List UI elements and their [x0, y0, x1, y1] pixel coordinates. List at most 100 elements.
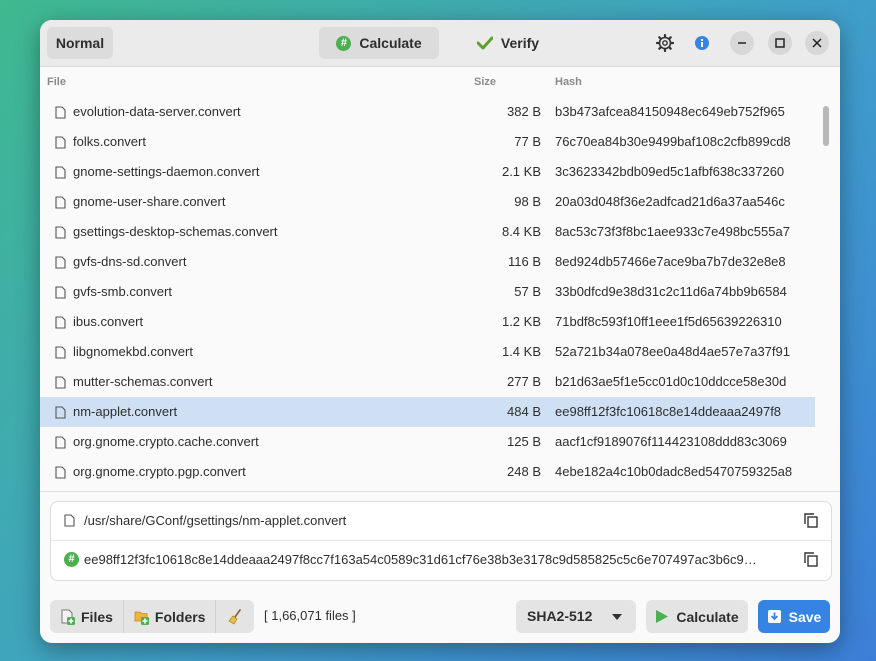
- maximize-button[interactable]: [768, 31, 792, 55]
- file-name: mutter-schemas.convert: [73, 374, 213, 389]
- files-label: Files: [81, 608, 113, 625]
- file-name: nm-applet.convert: [73, 404, 178, 419]
- table-row[interactable]: org.gnome.crypto.pgp.convert 248 B 4ebe182…: [40, 457, 815, 487]
- file-size: 484 B: [507, 404, 541, 419]
- close-icon: [812, 38, 822, 48]
- copy-icon[interactable]: [804, 552, 818, 567]
- file-name: gvfs-dns-sd.convert: [73, 254, 187, 269]
- path-row: /usr/share/GConf/gsettings/nm-applet.con…: [51, 502, 831, 541]
- file-hash: 71bdf8c593f10ff1eee1f5d65639226310: [555, 314, 782, 329]
- file-icon: [55, 436, 66, 449]
- file-icon: [55, 136, 66, 149]
- hash-row: # ee98ff12f3fc10618c8e14ddeaaa2497f8cc7f…: [51, 541, 831, 579]
- divider: [40, 491, 840, 492]
- copy-icon[interactable]: [804, 513, 818, 528]
- table-row[interactable]: gnome-settings-daemon.convert 2.1 KB 3c362…: [40, 157, 815, 187]
- table-row[interactable]: libgnomekbd.convert 1.4 KB 52a721b34a078ee…: [40, 337, 815, 367]
- maximize-icon: [775, 38, 785, 48]
- info-icon[interactable]: [692, 33, 712, 53]
- mode-button[interactable]: Normal: [47, 27, 113, 59]
- tab-verify[interactable]: Verify: [455, 27, 561, 59]
- hash-icon: #: [336, 35, 352, 51]
- file-icon: [55, 466, 66, 479]
- file-icon: [55, 166, 66, 179]
- add-files-button[interactable]: Files: [50, 600, 124, 633]
- file-size: 116 B: [507, 254, 541, 269]
- file-hash: 8ed924db57466e7ace9ba7b7de32e8e8: [555, 254, 786, 269]
- minimize-icon: [738, 42, 746, 44]
- table-row[interactable]: gvfs-smb.convert 57 B 33b0dfcd9e38d31c2c11…: [40, 277, 815, 307]
- file-hash: b21d63ae5f1e5cc01d0c10ddcce58e30d: [555, 374, 787, 389]
- close-button[interactable]: [805, 31, 829, 55]
- file-name: gsettings-desktop-schemas.convert: [73, 224, 278, 239]
- algorithm-value: SHA2-512: [527, 608, 593, 624]
- selected-file-path: /usr/share/GConf/gsettings/nm-applet.con…: [84, 513, 347, 528]
- file-icon: [55, 376, 66, 389]
- file-name: ibus.convert: [73, 314, 144, 329]
- file-size: 8.4 KB: [501, 224, 541, 239]
- table-row[interactable]: evolution-data-server.convert 382 B b3b473…: [40, 97, 815, 127]
- file-size: 277 B: [507, 374, 541, 389]
- column-size[interactable]: Size: [474, 76, 496, 88]
- save-icon: [767, 610, 781, 623]
- file-size: 77 B: [514, 134, 541, 149]
- file-count: [ 1,66,071 files ]: [264, 608, 356, 623]
- scrollbar-thumb[interactable]: [823, 106, 829, 146]
- save-button[interactable]: Save: [758, 600, 830, 633]
- play-icon: [656, 610, 669, 623]
- file-icon: [55, 316, 66, 329]
- calculate-label: Calculate: [676, 608, 739, 625]
- file-size: 2.1 KB: [501, 164, 541, 179]
- file-name: gnome-user-share.convert: [73, 194, 226, 209]
- table-row[interactable]: gsettings-desktop-schemas.convert 8.4 KB 8…: [40, 217, 815, 247]
- table-row[interactable]: gnome-user-share.convert 98 B 20a03d048f36…: [40, 187, 815, 217]
- tab-calculate[interactable]: # Calculate: [319, 27, 439, 59]
- file-hash: 33b0dfcd9e38d31c2c11d6a74bb9b6584: [555, 284, 787, 299]
- algorithm-dropdown[interactable]: SHA2-512: [516, 600, 636, 633]
- column-hash[interactable]: Hash: [555, 76, 582, 88]
- file-name: org.gnome.crypto.pgp.convert: [73, 464, 246, 479]
- clear-button[interactable]: [216, 600, 254, 633]
- file-icon: [55, 286, 66, 299]
- file-size: 57 B: [514, 284, 541, 299]
- add-folders-button[interactable]: Folders: [124, 600, 217, 633]
- file-name: gnome-settings-daemon.convert: [73, 164, 260, 179]
- file-hash: 4ebe182a4c10b0dadc8ed5470759325a8: [555, 464, 793, 479]
- tab-calculate-label: Calculate: [359, 35, 422, 51]
- calculate-button[interactable]: Calculate: [646, 600, 748, 633]
- selected-file-hash: ee98ff12f3fc10618c8e14ddeaaa2497f8cc7f16…: [84, 552, 757, 567]
- file-icon: [55, 406, 66, 419]
- file-name: libgnomekbd.convert: [73, 344, 193, 359]
- file-size: 1.4 KB: [501, 344, 541, 359]
- app-window: Normal # Calculate Verify File Size Hash…: [40, 20, 840, 643]
- file-icon: [55, 256, 66, 269]
- table-row[interactable]: gvfs-dns-sd.convert 116 B 8ed924db57466e7a…: [40, 247, 815, 277]
- file-list[interactable]: evolution-data-server.convert 382 B b3b473…: [40, 97, 815, 491]
- file-hash: 76c70ea84b30e9499baf108c2cfb899cd8: [555, 134, 791, 149]
- file-name: gvfs-smb.convert: [73, 284, 172, 299]
- add-folder-icon: [134, 611, 149, 625]
- file-hash: 52a721b34a078ee0a48d4ae57e7a37f91: [555, 344, 790, 359]
- table-row[interactable]: folks.convert 77 B 76c70ea84b30e9499baf108…: [40, 127, 815, 157]
- minimize-button[interactable]: [730, 31, 754, 55]
- file-size: 125 B: [507, 434, 541, 449]
- file-size: 382 B: [507, 104, 541, 119]
- hash-icon: #: [64, 552, 79, 567]
- table-row[interactable]: mutter-schemas.convert 277 B b21d63ae5f1e5…: [40, 367, 815, 397]
- file-icon: [55, 226, 66, 239]
- add-file-icon: [61, 609, 75, 625]
- broom-icon: [228, 608, 242, 625]
- file-hash: b3b473afcea84150948ec649eb752f965: [555, 104, 785, 119]
- tab-verify-label: Verify: [500, 35, 540, 51]
- file-icon: [55, 346, 66, 359]
- gear-icon[interactable]: [655, 33, 675, 53]
- file-hash: 20a03d048f36e2adfcad21d6a37aa546c: [555, 194, 785, 209]
- table-row[interactable]: ibus.convert 1.2 KB 71bdf8c593f10ff1eee1f5…: [40, 307, 815, 337]
- add-segment: Files Folders: [50, 600, 255, 633]
- file-name: org.gnome.crypto.cache.convert: [73, 434, 259, 449]
- table-row[interactable]: nm-applet.convert 484 B ee98ff12f3fc10618c…: [40, 397, 815, 427]
- column-file[interactable]: File: [47, 76, 66, 88]
- file-icon: [64, 514, 75, 527]
- details-card: /usr/share/GConf/gsettings/nm-applet.con…: [50, 501, 832, 581]
- table-row[interactable]: org.gnome.crypto.cache.convert 125 B aacf1…: [40, 427, 815, 457]
